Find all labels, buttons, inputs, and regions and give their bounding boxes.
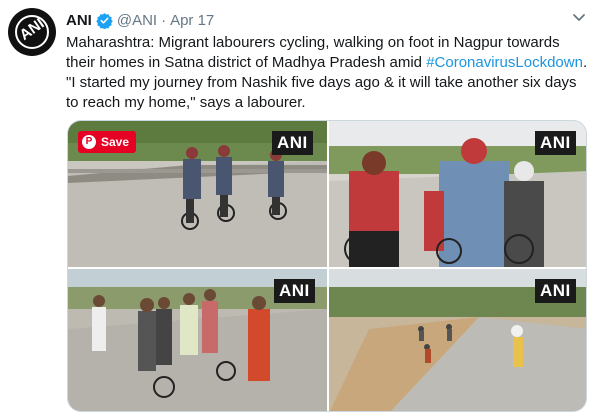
tweet-header: ANI @ANI · Apr 17 [66, 10, 214, 30]
photo-distant-road[interactable]: ANI [329, 269, 586, 411]
ani-watermark: ANI [274, 279, 315, 303]
verified-badge-icon [96, 12, 113, 29]
author-name[interactable]: ANI [66, 12, 92, 29]
separator-dot: · [161, 11, 167, 29]
media-grid: P Save ANI ANI ANI ANI [67, 120, 587, 412]
ani-watermark: ANI [272, 131, 313, 155]
tweet-date[interactable]: Apr 17 [170, 12, 214, 29]
hashtag-link[interactable]: #CoronavirusLockdown [426, 54, 583, 71]
photo-cyclists-highway[interactable]: P Save ANI [68, 121, 327, 267]
ani-watermark: ANI [535, 279, 576, 303]
save-label: Save [101, 135, 130, 149]
avatar[interactable]: ANI [8, 8, 56, 56]
photo-labourers-closeup[interactable]: ANI [329, 121, 586, 267]
tweet-text: Maharashtra: Migrant labourers cycling, … [66, 33, 592, 113]
chevron-down-icon[interactable] [572, 10, 586, 24]
pinterest-save-button[interactable]: P Save [78, 131, 137, 153]
photo-group-walking[interactable]: ANI [68, 269, 327, 411]
tweet: ANI ANI @ANI · Apr 17 Maharashtra: Migra… [0, 0, 600, 416]
pinterest-icon: P [82, 135, 96, 149]
ani-watermark: ANI [535, 131, 576, 155]
author-handle[interactable]: @ANI [117, 12, 157, 29]
